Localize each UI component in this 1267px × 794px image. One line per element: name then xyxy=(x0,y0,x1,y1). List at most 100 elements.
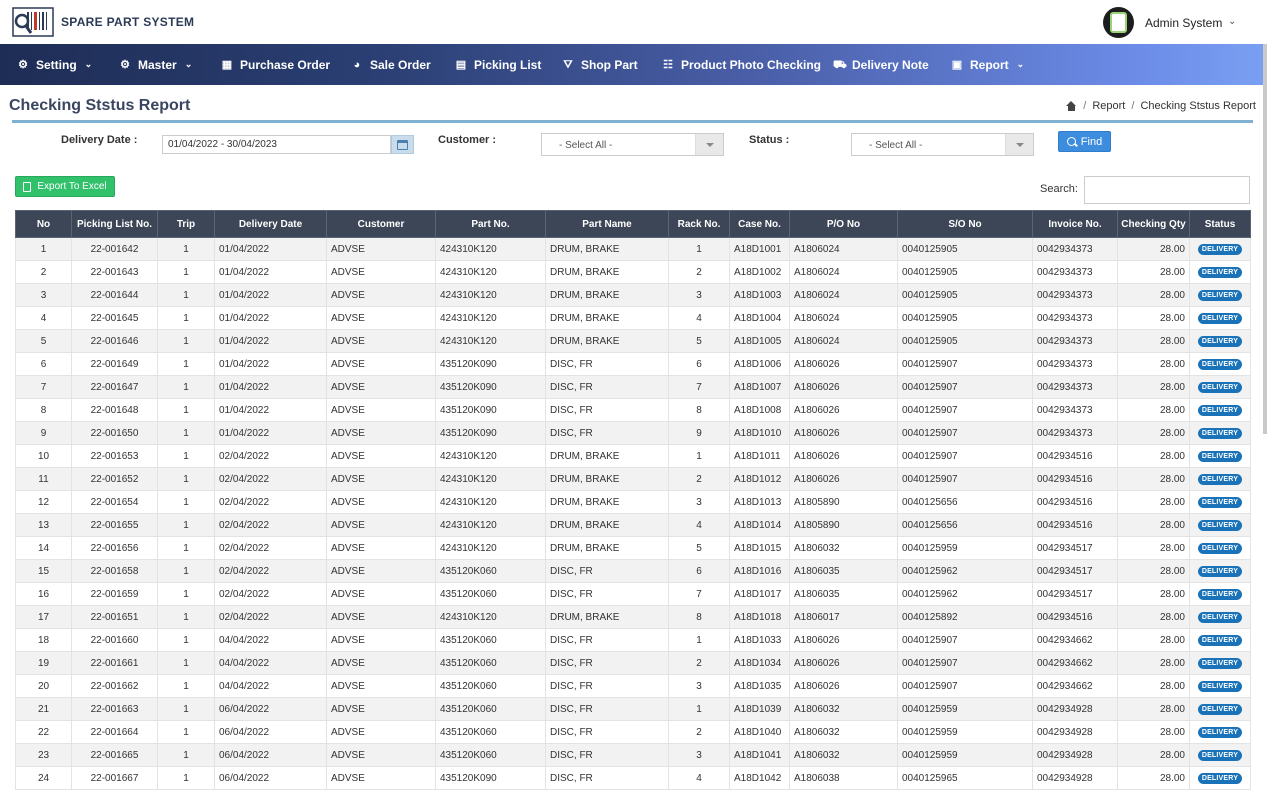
cart-icon: ⛛ xyxy=(563,58,573,71)
table-row[interactable]: 5 22-001646 1 01/04/2022 ADVSE 424310K120 DRUM… xyxy=(15,329,1251,353)
chevron-down-icon[interactable]: ⌄ xyxy=(1228,16,1236,27)
column-header[interactable]: P/O No xyxy=(789,210,898,238)
table-row[interactable]: 20 22-001662 1 04/04/2022 ADVSE 435120K060 DIS… xyxy=(15,674,1251,698)
table-row[interactable]: 12 22-001654 1 02/04/2022 ADVSE 424310K120 DRU… xyxy=(15,490,1251,514)
table-cell: 424310K120 xyxy=(435,605,546,629)
status-cell: DELIVERY xyxy=(1189,421,1251,445)
table-row[interactable]: 11 22-001652 1 02/04/2022 ADVSE 424310K120 DRU… xyxy=(15,467,1251,491)
table-cell: ADVSE xyxy=(326,536,436,560)
nav-sale-order[interactable]: ◕ Sale Order xyxy=(351,44,431,85)
calendar-button[interactable] xyxy=(391,135,414,154)
table-cell: 18 xyxy=(15,628,72,652)
status-select[interactable]: - Select All - xyxy=(851,133,1034,156)
user-name[interactable]: Admin System xyxy=(1145,16,1222,30)
table-row[interactable]: 13 22-001655 1 02/04/2022 ADVSE 424310K120 DRU… xyxy=(15,513,1251,537)
table-cell: A18D1005 xyxy=(729,329,790,353)
table-cell: 06/04/2022 xyxy=(214,766,327,790)
status-badge: DELIVERY xyxy=(1197,658,1243,669)
table-cell: A18D1006 xyxy=(729,352,790,376)
nav-product-photo-checking[interactable]: ☷ Product Photo Checking xyxy=(662,44,821,85)
table-cell: 435120K090 xyxy=(435,375,546,399)
column-header[interactable]: Status xyxy=(1189,210,1251,238)
column-header[interactable]: Checking Qty xyxy=(1117,210,1190,238)
table-cell: 0042934516 xyxy=(1032,605,1118,629)
status-badge: DELIVERY xyxy=(1197,359,1243,370)
breadcrumb-report[interactable]: Report xyxy=(1092,100,1125,112)
table-cell: 28.00 xyxy=(1117,352,1190,376)
table-cell: 424310K120 xyxy=(435,490,546,514)
table-cell: 0042934928 xyxy=(1032,766,1118,790)
nav-delivery-note[interactable]: ⛟ Delivery Note xyxy=(833,44,929,85)
monitor-icon: ▣ xyxy=(951,58,963,71)
find-button[interactable]: Find xyxy=(1058,131,1111,152)
table-row[interactable]: 24 22-001667 1 06/04/2022 ADVSE 435120K090 DIS… xyxy=(15,766,1251,790)
table-row[interactable]: 17 22-001651 1 02/04/2022 ADVSE 424310K120 DRU… xyxy=(15,605,1251,629)
nav-report[interactable]: ▣ Report ⌄ xyxy=(951,44,1024,85)
table-cell: 11 xyxy=(15,467,72,491)
export-excel-button[interactable]: Export To Excel xyxy=(15,176,115,197)
table-cell: 22-001660 xyxy=(71,628,158,652)
table-row[interactable]: 2 22-001643 1 01/04/2022 ADVSE 424310K120 DRUM… xyxy=(15,260,1251,284)
nav-master[interactable]: ⚙ Master ⌄ xyxy=(119,44,192,85)
brand-name: SPARE PART SYSTEM xyxy=(61,15,195,29)
table-row[interactable]: 3 22-001644 1 01/04/2022 ADVSE 424310K120 DRUM… xyxy=(15,283,1251,307)
table-row[interactable]: 7 22-001647 1 01/04/2022 ADVSE 435120K090 DISC… xyxy=(15,375,1251,399)
nav-purchase-order[interactable]: ▦ Purchase Order xyxy=(221,44,330,85)
table-cell: DISC, FR xyxy=(545,398,669,422)
table-cell: 22-001653 xyxy=(71,444,158,468)
table-row[interactable]: 21 22-001663 1 06/04/2022 ADVSE 435120K060 DIS… xyxy=(15,697,1251,721)
column-header[interactable]: Part Name xyxy=(545,210,669,238)
page-scrollbar[interactable] xyxy=(1263,44,1267,434)
column-header[interactable]: Trip xyxy=(157,210,215,238)
column-header[interactable]: Rack No. xyxy=(668,210,730,238)
column-header[interactable]: Part No. xyxy=(435,210,546,238)
table-row[interactable]: 15 22-001658 1 02/04/2022 ADVSE 435120K060 DIS… xyxy=(15,559,1251,583)
table-row[interactable]: 23 22-001665 1 06/04/2022 ADVSE 435120K060 DIS… xyxy=(15,743,1251,767)
column-header[interactable]: Picking List No. xyxy=(71,210,158,238)
table-cell: 3 xyxy=(15,283,72,307)
table-row[interactable]: 22 22-001664 1 06/04/2022 ADVSE 435120K060 DIS… xyxy=(15,720,1251,744)
table-cell: 19 xyxy=(15,651,72,675)
table-cell: 22-001656 xyxy=(71,536,158,560)
customer-select[interactable]: - Select All - xyxy=(541,133,724,156)
column-header[interactable]: Delivery Date xyxy=(214,210,327,238)
table-row[interactable]: 9 22-001650 1 01/04/2022 ADVSE 435120K090 DISC… xyxy=(15,421,1251,445)
table-cell: ADVSE xyxy=(326,444,436,468)
column-header[interactable]: Case No. xyxy=(729,210,790,238)
nav-setting[interactable]: ⚙ Setting ⌄ xyxy=(17,44,92,85)
column-header[interactable]: Customer xyxy=(326,210,436,238)
nav-picking-list[interactable]: ▤ Picking List xyxy=(455,44,542,85)
table-cell: DISC, FR xyxy=(545,697,669,721)
table-cell: 28.00 xyxy=(1117,421,1190,445)
table-row[interactable]: 18 22-001660 1 04/04/2022 ADVSE 435120K060 DIS… xyxy=(15,628,1251,652)
column-header[interactable]: Invoice No. xyxy=(1032,210,1118,238)
table-row[interactable]: 16 22-001659 1 02/04/2022 ADVSE 435120K060 DIS… xyxy=(15,582,1251,606)
table-cell: 424310K120 xyxy=(435,444,546,468)
table-row[interactable]: 4 22-001645 1 01/04/2022 ADVSE 424310K120 DRUM… xyxy=(15,306,1251,330)
table-cell: 1 xyxy=(157,697,215,721)
table-search-input[interactable] xyxy=(1084,176,1250,204)
table-cell: 9 xyxy=(668,421,730,445)
status-badge: DELIVERY xyxy=(1197,244,1243,255)
table-cell: 3 xyxy=(668,490,730,514)
table-cell: 28.00 xyxy=(1117,375,1190,399)
table-row[interactable]: 19 22-001661 1 04/04/2022 ADVSE 435120K060 DIS… xyxy=(15,651,1251,675)
status-badge: DELIVERY xyxy=(1197,681,1243,692)
delivery-date-input[interactable] xyxy=(162,135,391,154)
table-body: 1 22-001642 1 01/04/2022 ADVSE 424310K120 DRUM… xyxy=(15,237,1251,790)
table-row[interactable]: 10 22-001653 1 02/04/2022 ADVSE 424310K120 DRU… xyxy=(15,444,1251,468)
column-header[interactable]: S/O No xyxy=(897,210,1033,238)
home-icon[interactable] xyxy=(1066,101,1077,111)
avatar[interactable] xyxy=(1103,7,1134,38)
nav-shop-part[interactable]: ⛛ Shop Part xyxy=(562,44,637,85)
table-row[interactable]: 8 22-001648 1 01/04/2022 ADVSE 435120K090 DISC… xyxy=(15,398,1251,422)
table-cell: 01/04/2022 xyxy=(214,237,327,261)
chevron-down-icon: ⌄ xyxy=(184,59,193,69)
table-row[interactable]: 6 22-001649 1 01/04/2022 ADVSE 435120K090 DISC… xyxy=(15,352,1251,376)
column-header[interactable]: No xyxy=(15,210,72,238)
table-cell: A18D1041 xyxy=(729,743,790,767)
status-cell: DELIVERY xyxy=(1189,260,1251,284)
table-cell: 0040125905 xyxy=(897,260,1033,284)
table-row[interactable]: 1 22-001642 1 01/04/2022 ADVSE 424310K120 DRUM… xyxy=(15,237,1251,261)
table-row[interactable]: 14 22-001656 1 02/04/2022 ADVSE 424310K120 DRU… xyxy=(15,536,1251,560)
